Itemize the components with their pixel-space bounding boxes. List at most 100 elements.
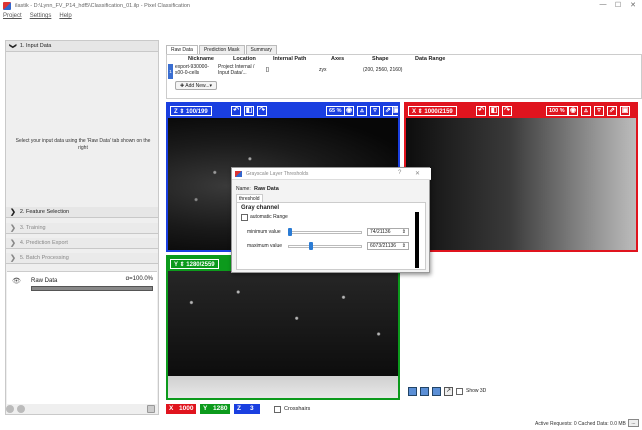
- menu-bar: Project Settings Help: [3, 13, 72, 22]
- restore-view-icon[interactable]: ▣: [620, 106, 630, 116]
- dialog-title-bar: Grayscale Layer Thresholds ? ✕: [232, 168, 431, 180]
- view-3d-controls: ↗ Show 3D: [408, 387, 498, 397]
- zoom-level[interactable]: 100 %: [546, 106, 568, 116]
- screenshot-icon[interactable]: ◉: [568, 106, 578, 116]
- maximize-button[interactable]: ☐: [611, 1, 625, 9]
- swap-axes-icon[interactable]: ◧: [244, 106, 254, 116]
- chevron-right-icon: ❯: [10, 240, 16, 247]
- viewer-x-slice[interactable]: X ⇕ 1000/2159 ↶ ◧ ↷ 100 % ◉ ▵ ▿ ⇗ ▣: [404, 102, 638, 252]
- section-label: 2. Feature Selection: [19, 209, 70, 215]
- menu-settings[interactable]: Settings: [30, 13, 52, 22]
- column-header-shape: Shape: [372, 56, 389, 62]
- minimum-value-spinbox[interactable]: 74/21136 ⇕: [367, 228, 409, 236]
- ilastik-logo-icon: [235, 171, 242, 177]
- row-number[interactable]: 1: [168, 64, 173, 79]
- rotate-right-icon[interactable]: ↷: [257, 106, 267, 116]
- crosshairs-checkbox[interactable]: [274, 406, 281, 413]
- help-icon[interactable]: ?: [398, 170, 401, 176]
- pointer-icon[interactable]: ↗: [444, 387, 453, 396]
- x-position-value[interactable]: 1000: [176, 404, 197, 414]
- cell-shape[interactable]: (200, 2560, 2160): [363, 67, 402, 73]
- delete-layer-icon[interactable]: [147, 405, 155, 413]
- column-header-location: Location: [233, 56, 256, 62]
- swap-axes-icon[interactable]: ◧: [489, 106, 499, 116]
- slice-up-icon[interactable]: ▵: [357, 106, 367, 116]
- show-3d-checkbox[interactable]: [456, 388, 463, 395]
- x-coordinate[interactable]: X ⇕ 1000/2159: [408, 106, 457, 116]
- z-coordinate[interactable]: Z ⇕ 100/199: [170, 106, 212, 116]
- layer-opacity: α=100.0%: [125, 276, 153, 282]
- layer-controls: [4, 405, 156, 415]
- maximum-value-spinbox[interactable]: 6073/21136 ⇕: [367, 242, 409, 250]
- y-position-label: Y: [200, 404, 211, 414]
- cell-axes[interactable]: zyx: [319, 67, 327, 73]
- cache-details-button[interactable]: ...: [628, 419, 639, 427]
- toggle-x-plane-icon[interactable]: [408, 387, 417, 396]
- z-position-value[interactable]: 3: [244, 404, 260, 414]
- viewer-y-slice[interactable]: Y ⇕ 1280/2559: [166, 255, 400, 400]
- add-new-button[interactable]: ✚ Add New...▾: [175, 81, 217, 90]
- section-input-data[interactable]: ❯ 1. Input Data: [6, 41, 158, 52]
- maximum-slider-track[interactable]: [288, 245, 362, 248]
- viewer-y-toolbar: Y ⇕ 1280/2559: [168, 257, 238, 271]
- threshold-panel: Gray channel automatic Range minimum val…: [236, 202, 426, 270]
- section-batch-processing[interactable]: ❯ 5. Batch Processing: [6, 253, 158, 264]
- tab-raw-data[interactable]: Raw Data: [166, 45, 198, 54]
- eye-icon[interactable]: 👁: [12, 277, 21, 285]
- section-feature-selection[interactable]: ❯ 2. Feature Selection: [6, 207, 158, 218]
- section-prediction-export[interactable]: ❯ 4. Prediction Export: [6, 238, 158, 249]
- applet-drawer: ❯ 1. Input Data Select your input data u…: [5, 40, 159, 415]
- cell-location[interactable]: Project Internal / Input Data/...: [218, 64, 258, 76]
- maximum-slider-handle[interactable]: [309, 242, 314, 250]
- y-coordinate[interactable]: Y ⇕ 1280/2559: [170, 259, 219, 269]
- rotate-left-icon[interactable]: ↶: [476, 106, 486, 116]
- y-position-value[interactable]: 1280: [210, 404, 231, 414]
- threshold-dialog: Grayscale Layer Thresholds ? ✕ Name: Raw…: [231, 167, 431, 273]
- input-data-instructions: Select your input data using the 'Raw Da…: [15, 138, 151, 151]
- cell-nickname[interactable]: export-930000-s00-0-cells: [175, 64, 213, 76]
- chevron-right-icon: ❯: [10, 225, 16, 232]
- minimum-value-label: minimum value: [247, 229, 281, 235]
- column-header-nickname: Nickname: [188, 56, 214, 62]
- layer-opacity-bar[interactable]: [31, 286, 153, 291]
- minimize-button[interactable]: —: [596, 1, 610, 8]
- rotate-right-icon[interactable]: ↷: [502, 106, 512, 116]
- slice-down-icon[interactable]: ▿: [594, 106, 604, 116]
- window-title: ilastik - D:\Lynn_FV_P14_hdf5\Classifica…: [15, 3, 190, 9]
- move-down-icon[interactable]: [17, 405, 25, 413]
- y-slice-image: [168, 271, 398, 376]
- close-button[interactable]: ✕: [626, 1, 640, 9]
- screenshot-icon[interactable]: ◉: [344, 106, 354, 116]
- automatic-range-checkbox[interactable]: [241, 214, 248, 221]
- slice-up-icon[interactable]: ▵: [581, 106, 591, 116]
- minimum-slider-handle[interactable]: [288, 228, 293, 236]
- chevron-down-icon: ❯: [8, 43, 16, 49]
- layer-item-raw-data[interactable]: 👁 Raw Data α=100.0%: [7, 274, 157, 294]
- title-bar: ilastik - D:\Lynn_FV_P14_hdf5\Classifica…: [0, 0, 642, 12]
- section-label: 4. Prediction Export: [19, 240, 68, 246]
- move-up-icon[interactable]: [6, 405, 14, 413]
- column-header-axes: Axes: [331, 56, 345, 62]
- toggle-y-plane-icon[interactable]: [420, 387, 429, 396]
- tab-summary[interactable]: Summary: [245, 45, 277, 54]
- cell-internal-path[interactable]: []: [266, 67, 269, 73]
- slice-down-icon[interactable]: ▿: [370, 106, 380, 116]
- maximum-value-label: maximum value: [247, 243, 283, 249]
- toggle-z-plane-icon[interactable]: [432, 387, 441, 396]
- column-header-internal-path: Internal Path: [273, 56, 307, 62]
- dataset-table: Nickname Location Internal Path Axes Sha…: [166, 54, 642, 99]
- menu-project[interactable]: Project: [3, 13, 22, 22]
- rotate-left-icon[interactable]: ↶: [231, 106, 241, 116]
- maximize-view-icon[interactable]: ⇗: [607, 106, 617, 116]
- restore-view-icon[interactable]: ▣: [392, 106, 398, 116]
- menu-help[interactable]: Help: [59, 13, 71, 22]
- y-slice-empty-region: [168, 376, 398, 398]
- viewer-x-toolbar: X ⇕ 1000/2159 ↶ ◧ ↷ 100 % ◉ ▵ ▿ ⇗ ▣: [406, 104, 636, 118]
- tab-prediction-mask[interactable]: Prediction Mask: [198, 45, 245, 54]
- section-training[interactable]: ❯ 3. Training: [6, 223, 158, 234]
- section-label: 5. Batch Processing: [19, 255, 69, 261]
- section-label: 1. Input Data: [19, 43, 52, 49]
- dialog-close-button[interactable]: ✕: [415, 170, 420, 177]
- zoom-level[interactable]: 65 %: [326, 106, 345, 116]
- minimum-slider-track[interactable]: [288, 231, 362, 234]
